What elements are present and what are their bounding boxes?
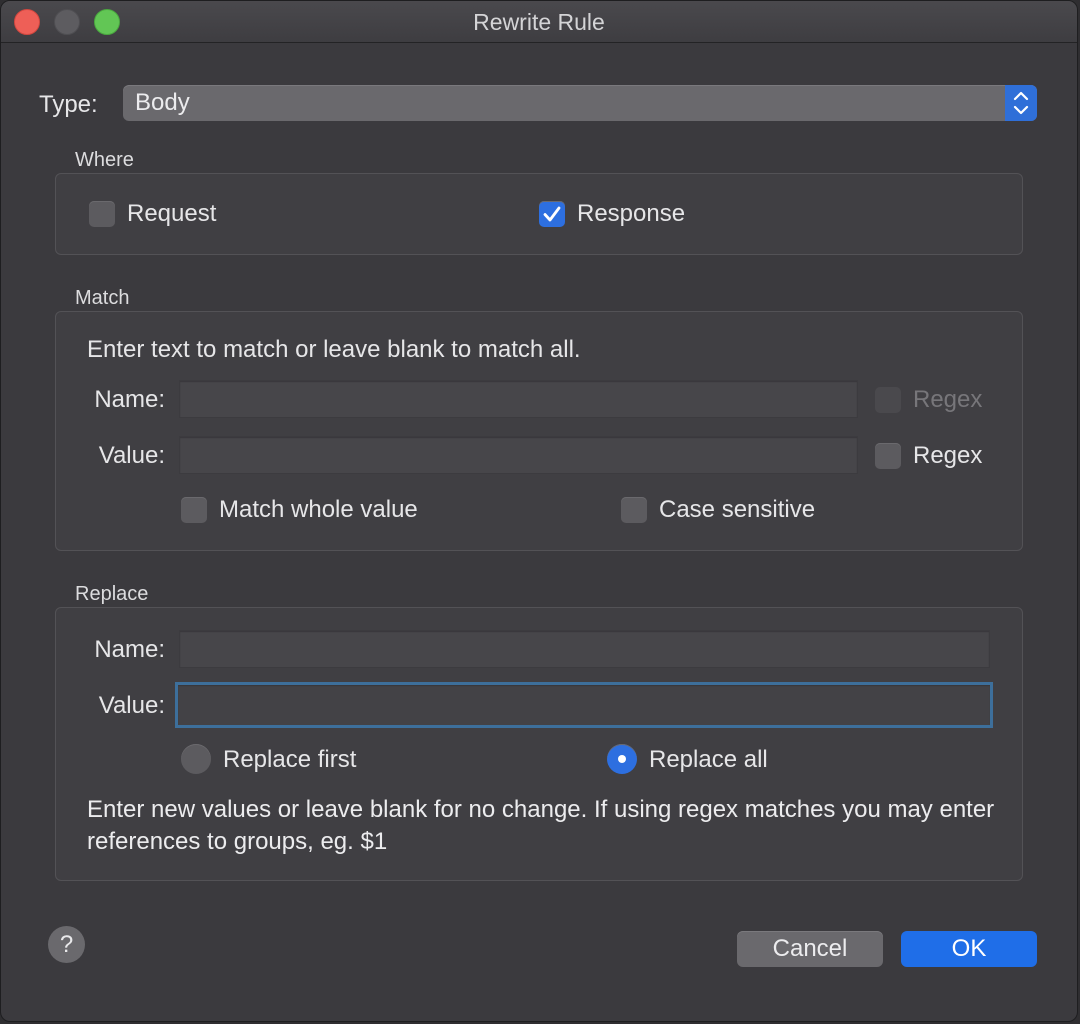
replace-value-label: Value: (98, 692, 165, 719)
match-value-regex-checkbox[interactable] (875, 443, 901, 469)
match-section-title: Match (75, 287, 130, 309)
case-sensitive-label: Case sensitive (659, 496, 816, 523)
replace-value-input[interactable] (175, 682, 993, 728)
match-value-label: Value: (98, 442, 165, 469)
type-select[interactable]: Body (123, 85, 1037, 121)
type-select-value: Body (135, 89, 190, 116)
replace-all-radio[interactable] (607, 744, 637, 774)
checkmark-icon (543, 206, 561, 222)
ok-button[interactable]: OK (901, 931, 1037, 967)
match-name-regex-label: Regex (913, 386, 983, 413)
match-whole-value-checkbox[interactable] (181, 497, 207, 523)
help-button[interactable]: ? (48, 926, 85, 963)
where-section-title: Where (75, 149, 134, 171)
rewrite-rule-dialog: Rewrite Rule Type: Body Where Request Re… (0, 0, 1078, 1022)
request-label: Request (127, 200, 217, 227)
replace-name-label: Name: (94, 636, 165, 663)
match-name-regex-checkbox[interactable] (875, 387, 901, 413)
match-whole-value-label: Match whole value (219, 496, 418, 523)
match-value-regex-label: Regex (913, 442, 983, 469)
match-name-input[interactable] (179, 380, 858, 418)
replace-first-radio[interactable] (181, 744, 211, 774)
cancel-button[interactable]: Cancel (737, 931, 883, 967)
request-checkbox[interactable] (89, 201, 115, 227)
replace-name-input[interactable] (179, 630, 990, 668)
match-name-label: Name: (94, 386, 165, 413)
type-label: Type: (39, 91, 98, 118)
replace-section-title: Replace (75, 583, 149, 605)
window-title: Rewrite Rule (473, 9, 605, 35)
match-instructions: Enter text to match or leave blank to ma… (87, 336, 581, 363)
select-stepper[interactable] (1005, 85, 1037, 121)
title-bar: Rewrite Rule (1, 1, 1077, 43)
response-checkbox[interactable] (539, 201, 565, 227)
response-label: Response (577, 200, 686, 227)
up-down-chevron-icon (1013, 91, 1029, 115)
replace-help-text: Enter new values or leave blank for no c… (87, 796, 995, 855)
match-value-input[interactable] (179, 436, 858, 474)
replace-all-label: Replace all (649, 746, 768, 773)
replace-first-label: Replace first (223, 746, 357, 773)
case-sensitive-checkbox[interactable] (621, 497, 647, 523)
